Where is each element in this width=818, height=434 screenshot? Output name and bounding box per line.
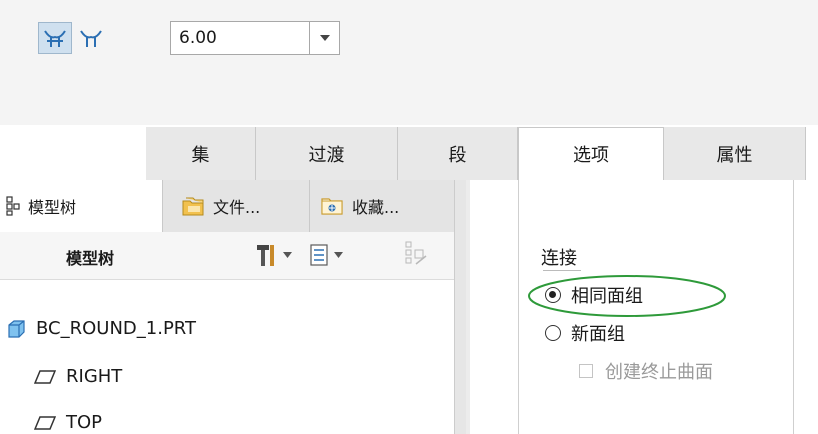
- tree-node-label: TOP: [66, 412, 103, 433]
- chevron-down-icon: [283, 252, 292, 258]
- tree-node-part[interactable]: BC_ROUND_1.PRT: [6, 318, 196, 339]
- chain-fillet-button[interactable]: [38, 22, 72, 54]
- tab-options[interactable]: 选项: [518, 127, 664, 180]
- tree-scrollbar[interactable]: [454, 180, 466, 434]
- dashboard-toolbar: 6.00: [0, 0, 818, 125]
- tab-file-browser-label: 文件...: [213, 198, 261, 217]
- tree-node-label: RIGHT: [66, 366, 123, 387]
- tab-model-tree-label: 模型树: [28, 198, 77, 217]
- show-dropdown-button[interactable]: [310, 240, 354, 270]
- tree-node-top[interactable]: TOP: [34, 412, 102, 433]
- tab-properties[interactable]: 属性: [664, 127, 806, 180]
- single-fillet-button[interactable]: [74, 22, 108, 54]
- radio-new-quilt[interactable]: 新面组: [545, 320, 745, 346]
- highlight-ellipse: [528, 275, 726, 317]
- options-panel: 连接 相同面组 新面组 创建终止曲面: [518, 180, 794, 434]
- favorites-icon: [321, 198, 343, 215]
- model-tree-toolbar: 模型树: [0, 232, 466, 280]
- model-tree-icon: [6, 196, 20, 216]
- radio-button[interactable]: [545, 325, 561, 341]
- datum-plane-icon: [34, 415, 56, 430]
- radio-new-quilt-label: 新面组: [571, 324, 625, 345]
- navigator-tabs: 模型树 文件... 收藏...: [0, 180, 466, 232]
- tab-favorites[interactable]: 收藏...: [310, 180, 456, 232]
- attach-group-label: 连接: [541, 248, 577, 269]
- create-end-surfaces-option[interactable]: 创建终止曲面: [579, 358, 789, 384]
- settings-dropdown-button[interactable]: [255, 240, 295, 270]
- chain-fillet-icon: [44, 30, 66, 47]
- tab-transitions[interactable]: 过渡: [256, 127, 398, 180]
- group-divider: [543, 270, 581, 271]
- chevron-down-icon: [334, 252, 343, 258]
- tab-pieces[interactable]: 段: [398, 127, 518, 180]
- folder-icon: [182, 197, 204, 216]
- tab-favorites-label: 收藏...: [352, 198, 400, 217]
- create-end-surfaces-checkbox[interactable]: [579, 364, 593, 378]
- tree-node-label: BC_ROUND_1.PRT: [36, 318, 196, 339]
- radius-dropdown-button[interactable]: [310, 21, 340, 55]
- dashboard-tabs: 集 过渡 段 选项 属性: [146, 127, 806, 180]
- part-icon: [8, 319, 25, 338]
- tree-node-right[interactable]: RIGHT: [34, 366, 122, 387]
- tools-icon: [257, 245, 274, 266]
- radius-value-field[interactable]: 6.00: [170, 21, 310, 55]
- tab-file-browser[interactable]: 文件...: [163, 180, 310, 232]
- datum-plane-icon: [34, 369, 56, 384]
- list-view-icon: [310, 244, 328, 266]
- filter-button[interactable]: [404, 240, 430, 270]
- panel-splitter[interactable]: [466, 180, 470, 434]
- create-end-surfaces-label: 创建终止曲面: [605, 362, 713, 383]
- model-tree-panel: 模型树 文件... 收藏... 模型树 BC_ROUND_1.PRT RIGHT…: [0, 180, 466, 434]
- tree-filter-icon: [405, 241, 427, 265]
- tab-model-tree[interactable]: 模型树: [0, 180, 163, 232]
- model-tree-title: 模型树: [66, 249, 115, 268]
- chevron-down-icon: [319, 35, 330, 41]
- single-fillet-icon: [80, 30, 102, 47]
- tab-sets[interactable]: 集: [146, 127, 256, 180]
